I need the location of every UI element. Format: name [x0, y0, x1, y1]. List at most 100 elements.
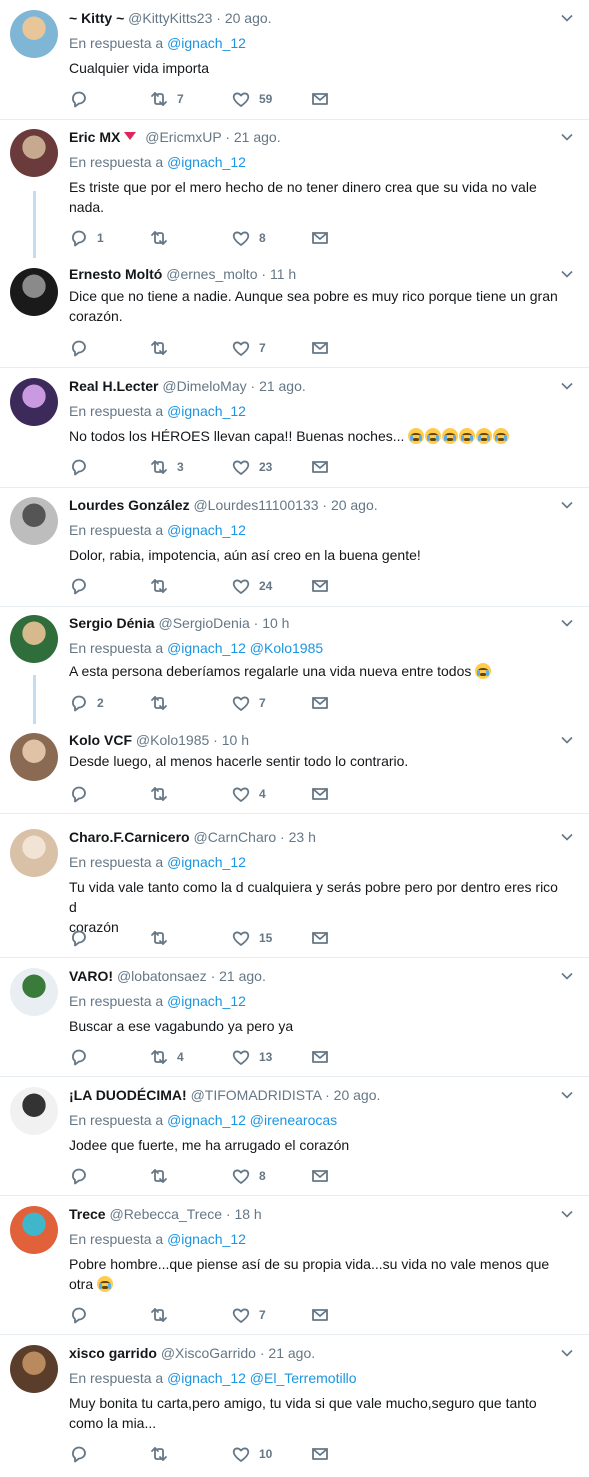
display-name[interactable]: Sergio Dénia: [69, 615, 155, 631]
user-handle[interactable]: @ernes_molto: [166, 266, 257, 282]
avatar[interactable]: [10, 615, 58, 663]
display-name[interactable]: VARO!: [69, 968, 113, 984]
timestamp[interactable]: 11 h: [270, 266, 296, 282]
user-handle[interactable]: @CarnCharo: [193, 829, 276, 845]
display-name[interactable]: Trece: [69, 1206, 106, 1222]
direct-message-button[interactable]: [311, 228, 331, 248]
tweet[interactable]: Kolo VCF @Kolo1985 · 10 h Desde luego, al…: [0, 0, 589, 1477]
like-button[interactable]: 13: [231, 1047, 272, 1067]
user-handle[interactable]: @DimeloMay: [162, 378, 246, 394]
user-handle[interactable]: @TIFOMADRIDISTA: [191, 1087, 322, 1103]
direct-message-button[interactable]: [311, 576, 331, 596]
mention-link[interactable]: @ignach_12 @irenearocas: [167, 1112, 337, 1128]
avatar[interactable]: [10, 378, 58, 426]
user-handle[interactable]: @EricmxUP: [145, 129, 221, 145]
user-handle[interactable]: @Lourdes11100133: [193, 497, 318, 513]
timestamp[interactable]: 21 ago.: [268, 1345, 315, 1361]
retweet-button[interactable]: 4: [149, 1047, 184, 1067]
display-name[interactable]: ¡LA DUODÉCIMA!: [69, 1087, 187, 1103]
timestamp[interactable]: 21 ago.: [219, 968, 266, 984]
display-name[interactable]: Eric MX: [69, 129, 120, 145]
direct-message-button[interactable]: [311, 1047, 331, 1067]
reply-button[interactable]: [69, 457, 97, 477]
reply-button[interactable]: [69, 338, 97, 358]
direct-message-button[interactable]: [311, 1305, 331, 1325]
mention-link[interactable]: @ignach_12: [167, 522, 246, 538]
like-button[interactable]: 24: [231, 576, 272, 596]
chevron-down-icon[interactable]: [561, 380, 573, 392]
direct-message-button[interactable]: [311, 693, 331, 713]
reply-button[interactable]: [69, 1047, 97, 1067]
direct-message-button[interactable]: [311, 338, 331, 358]
avatar[interactable]: [10, 10, 58, 58]
reply-button[interactable]: [69, 784, 97, 804]
mention-link[interactable]: @ignach_12: [167, 154, 246, 170]
retweet-button[interactable]: [149, 338, 177, 358]
timestamp[interactable]: 10 h: [222, 732, 249, 748]
retweet-button[interactable]: [149, 1305, 177, 1325]
retweet-button[interactable]: [149, 693, 177, 713]
chevron-down-icon[interactable]: [561, 617, 573, 629]
display-name[interactable]: Real H.Lecter: [69, 378, 158, 394]
chevron-down-icon[interactable]: [561, 12, 573, 24]
retweet-button[interactable]: [149, 928, 177, 948]
timestamp[interactable]: 18 h: [234, 1206, 261, 1222]
timestamp[interactable]: 23 h: [289, 829, 316, 845]
display-name[interactable]: ~ Kitty ~: [69, 10, 124, 26]
avatar[interactable]: [10, 1345, 58, 1393]
avatar[interactable]: [10, 968, 58, 1016]
timestamp[interactable]: 21 ago.: [234, 129, 281, 145]
user-handle[interactable]: @Kolo1985: [136, 732, 209, 748]
mention-link[interactable]: @ignach_12: [167, 1231, 246, 1247]
like-button[interactable]: 59: [231, 89, 272, 109]
like-button[interactable]: 15: [231, 928, 272, 948]
chevron-down-icon[interactable]: [561, 970, 573, 982]
display-name[interactable]: xisco garrido: [69, 1345, 157, 1361]
chevron-down-icon[interactable]: [561, 831, 573, 843]
retweet-button[interactable]: [149, 576, 177, 596]
avatar[interactable]: [10, 129, 58, 177]
like-button[interactable]: 23: [231, 457, 272, 477]
user-handle[interactable]: @SergioDenia: [158, 615, 249, 631]
like-button[interactable]: 7: [231, 1305, 266, 1325]
mention-link[interactable]: @ignach_12: [167, 35, 246, 51]
chevron-down-icon[interactable]: [561, 1089, 573, 1101]
mention-link[interactable]: @ignach_12 @El_Terremotillo: [167, 1370, 357, 1386]
display-name[interactable]: Kolo VCF: [69, 732, 132, 748]
like-button[interactable]: 7: [231, 338, 266, 358]
display-name[interactable]: Lourdes González: [69, 497, 190, 513]
avatar[interactable]: [10, 1087, 58, 1135]
timestamp[interactable]: 20 ago.: [331, 497, 378, 513]
mention-link[interactable]: @ignach_12: [167, 854, 246, 870]
user-handle[interactable]: @XiscoGarrido: [161, 1345, 256, 1361]
user-handle[interactable]: @lobatonsaez: [117, 968, 207, 984]
user-handle[interactable]: @Rebecca_Trece: [109, 1206, 222, 1222]
avatar[interactable]: [10, 733, 58, 781]
reply-button[interactable]: 2: [69, 693, 104, 713]
direct-message-button[interactable]: [311, 89, 331, 109]
reply-button[interactable]: [69, 1166, 97, 1186]
reply-button[interactable]: [69, 89, 97, 109]
reply-button[interactable]: [69, 576, 97, 596]
timestamp[interactable]: 20 ago.: [334, 1087, 381, 1103]
mention-link[interactable]: @ignach_12: [167, 403, 246, 419]
mention-link[interactable]: @ignach_12 @Kolo1985: [167, 640, 323, 656]
chevron-down-icon[interactable]: [561, 734, 573, 746]
chevron-down-icon[interactable]: [561, 1347, 573, 1359]
like-button[interactable]: 10: [231, 1444, 272, 1464]
like-button[interactable]: 8: [231, 228, 266, 248]
avatar[interactable]: [10, 497, 58, 545]
chevron-down-icon[interactable]: [561, 499, 573, 511]
display-name[interactable]: Ernesto Moltó: [69, 266, 162, 282]
user-handle[interactable]: @KittyKitts23: [128, 10, 212, 26]
retweet-button[interactable]: 3: [149, 457, 184, 477]
avatar[interactable]: [10, 829, 58, 877]
direct-message-button[interactable]: [311, 1166, 331, 1186]
chevron-down-icon[interactable]: [561, 131, 573, 143]
reply-button[interactable]: [69, 928, 97, 948]
direct-message-button[interactable]: [311, 784, 331, 804]
chevron-down-icon[interactable]: [561, 1208, 573, 1220]
retweet-button[interactable]: [149, 228, 177, 248]
like-button[interactable]: 4: [231, 784, 266, 804]
reply-button[interactable]: [69, 1305, 97, 1325]
